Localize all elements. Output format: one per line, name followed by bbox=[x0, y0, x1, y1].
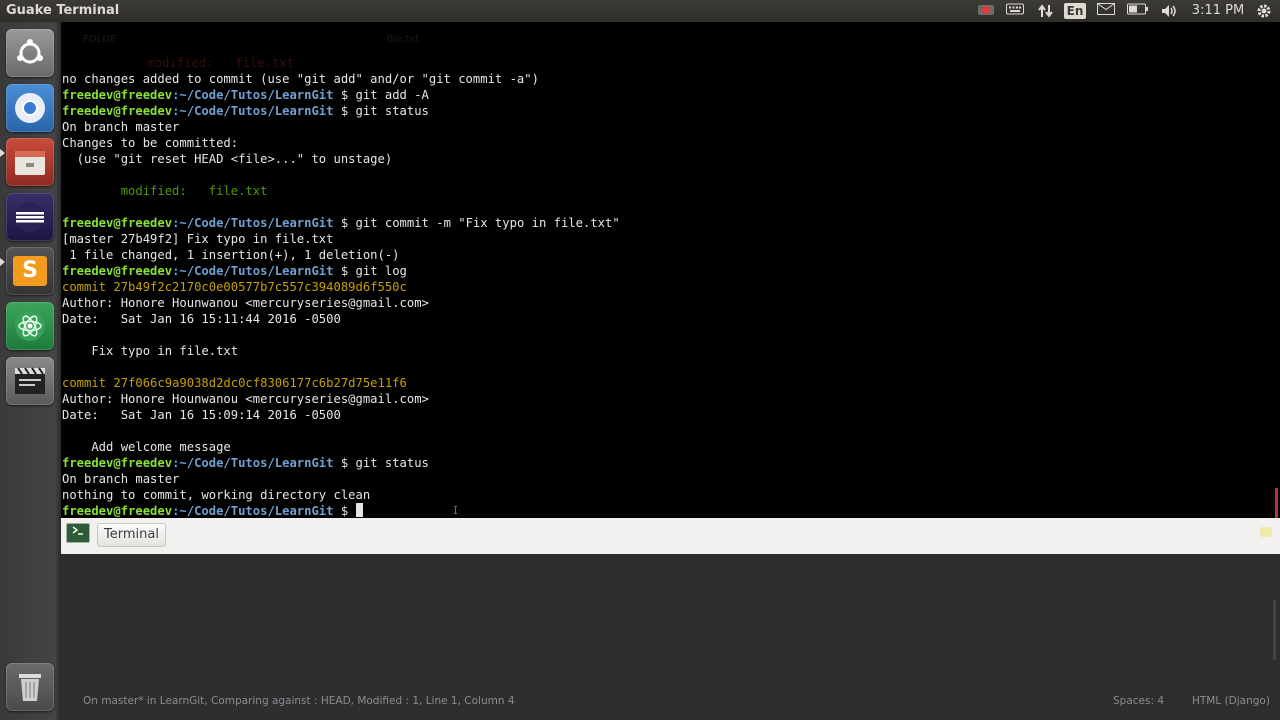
terminal-prompt-line: freedev@freedev:~/Code/Tutos/LearnGit $ … bbox=[62, 264, 407, 278]
gear-icon[interactable] bbox=[1254, 3, 1274, 19]
terminal-scrollbar[interactable] bbox=[1275, 488, 1278, 518]
eclipse-icon[interactable] bbox=[6, 193, 54, 241]
ghost-modified-line: modified: file.txt bbox=[147, 56, 295, 70]
terminal-line: [master 27b49f2] Fix typo in file.txt bbox=[62, 232, 334, 246]
running-indicator bbox=[0, 149, 5, 157]
terminal-line: Date: Sat Jan 16 15:11:44 2016 -0500 bbox=[62, 312, 341, 326]
terminal-line: (use "git reset HEAD <file>..." to unsta… bbox=[62, 152, 393, 166]
status-syntax[interactable]: HTML (Django) bbox=[1192, 695, 1270, 707]
terminal-prompt-line: freedev@freedev:~/Code/Tutos/LearnGit $ … bbox=[62, 216, 620, 230]
sublime-letter: S bbox=[13, 256, 47, 286]
terminal-line: Date: Sat Jan 16 15:09:14 2016 -0500 bbox=[62, 408, 341, 422]
language-indicator[interactable]: En bbox=[1064, 3, 1086, 19]
volume-icon[interactable] bbox=[1159, 3, 1179, 19]
terminal-line: Add welcome message bbox=[62, 440, 231, 454]
top-panel: Guake Terminal En 3:11 PM bbox=[0, 0, 1280, 22]
sticky-note-icon[interactable] bbox=[1260, 527, 1272, 537]
sublime-text-icon[interactable]: S bbox=[6, 247, 54, 295]
terminal-line: On branch master bbox=[62, 472, 180, 486]
terminal-line: Fix typo in file.txt bbox=[62, 344, 239, 358]
app-title: Guake Terminal bbox=[6, 3, 120, 18]
launcher: S bbox=[0, 22, 62, 720]
terminal-line: Author: Honore Hounwanou <mercuryseries@… bbox=[62, 392, 429, 406]
terminal-commit-line: commit 27b49f2c2170c0e00577b7c557c394089… bbox=[62, 280, 407, 294]
chromium-icon[interactable] bbox=[6, 84, 54, 132]
text-cursor bbox=[355, 503, 363, 517]
terminal-prompt-line: freedev@freedev:~/Code/Tutos/LearnGit $ … bbox=[62, 104, 429, 118]
terminal-prompt-line: freedev@freedev:~/Code/Tutos/LearnGit $ … bbox=[62, 456, 429, 470]
editor-scrollbar[interactable] bbox=[1273, 600, 1276, 660]
ubuntu-logo-icon[interactable] bbox=[6, 29, 54, 77]
terminal-line: On branch master bbox=[62, 120, 180, 134]
guake-tabbar: Terminal bbox=[61, 518, 1280, 555]
files-icon[interactable] bbox=[6, 138, 54, 186]
atom-icon[interactable] bbox=[6, 302, 54, 350]
terminal-line: Changes to be committed: bbox=[62, 136, 239, 150]
terminal-line: 1 file changed, 1 insertion(+), 1 deleti… bbox=[62, 248, 400, 262]
tab-terminal[interactable]: Terminal bbox=[97, 523, 166, 547]
record-icon[interactable] bbox=[976, 3, 996, 19]
status-indentation[interactable]: Spaces: 4 bbox=[1113, 695, 1164, 707]
trash-icon[interactable] bbox=[6, 663, 54, 711]
battery-icon[interactable] bbox=[1126, 3, 1150, 19]
terminal-commit-line: commit 27f066c9a9038d2dc0cf8306177c6b27d… bbox=[62, 376, 407, 390]
editor-statusbar: On master* in LearnGit, Comparing agains… bbox=[61, 690, 1280, 712]
terminal-tab-icon[interactable] bbox=[66, 523, 90, 543]
terminal-output[interactable]: FOLDE file.txt modified: file.txt no cha… bbox=[61, 22, 1280, 518]
terminal-line: no changes added to commit (use "git add… bbox=[62, 72, 539, 86]
video-editor-icon[interactable] bbox=[6, 357, 54, 405]
keyboard-icon[interactable] bbox=[1005, 3, 1025, 19]
status-git-info: On master* in LearnGit, Comparing agains… bbox=[83, 695, 515, 707]
terminal-line: nothing to commit, working directory cle… bbox=[62, 488, 371, 502]
envelope-icon[interactable] bbox=[1096, 3, 1116, 19]
terminal-current-prompt[interactable]: freedev@freedev:~/Code/Tutos/LearnGit $ bbox=[62, 503, 363, 518]
mouse-ibeam-icon bbox=[454, 506, 457, 514]
clock[interactable]: 3:11 PM bbox=[1190, 3, 1246, 19]
network-updown-icon[interactable] bbox=[1036, 3, 1056, 19]
terminal-modified-line: modified: file.txt bbox=[62, 184, 268, 198]
running-indicator bbox=[0, 258, 5, 266]
ghost-folder-label: FOLDE bbox=[83, 34, 117, 45]
terminal-line: Author: Honore Hounwanou <mercuryseries@… bbox=[62, 296, 429, 310]
ghost-tab-file: file.txt bbox=[387, 34, 420, 45]
terminal-prompt-line: freedev@freedev:~/Code/Tutos/LearnGit $ … bbox=[62, 88, 429, 102]
